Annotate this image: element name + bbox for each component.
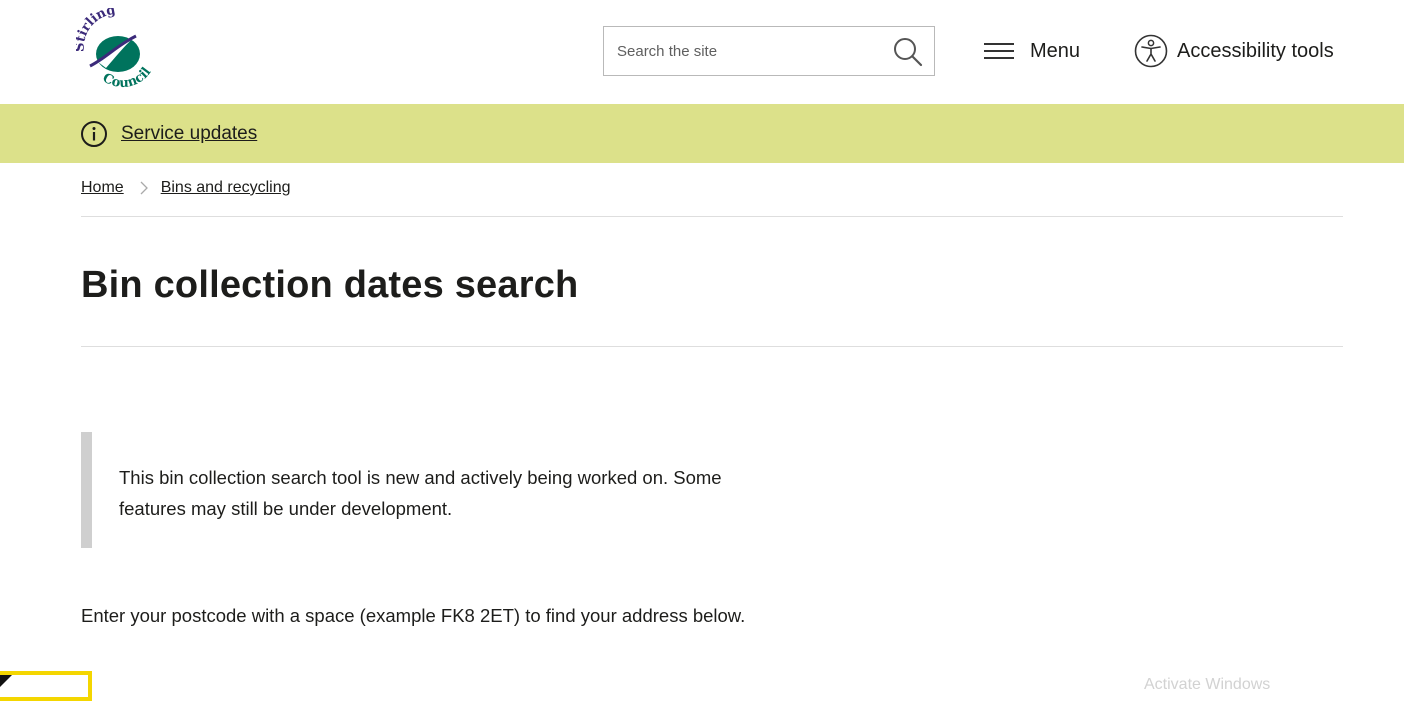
breadcrumb-divider (81, 216, 1343, 217)
breadcrumb-bins-link[interactable]: Bins and recycling (161, 179, 291, 197)
accessibility-tools-button[interactable]: Accessibility tools (1134, 33, 1334, 69)
logo-graphic: Stirling Council (73, 3, 155, 91)
notice-text: This bin collection search tool is new a… (119, 467, 722, 519)
corner-triangle (0, 675, 12, 689)
stirling-council-logo[interactable]: Stirling Council (73, 3, 158, 91)
service-updates-link[interactable]: Service updates (121, 123, 257, 145)
search-button[interactable] (892, 36, 924, 68)
title-divider (81, 346, 1343, 347)
search-input[interactable] (604, 27, 884, 75)
chevron-right-icon (140, 181, 148, 195)
postcode-instructions: Enter your postcode with a space (exampl… (81, 605, 746, 626)
hamburger-menu-icon (984, 43, 1014, 59)
menu-label: Menu (1030, 39, 1081, 62)
search-icon (894, 38, 923, 67)
activate-windows-watermark: Activate Windows (1144, 676, 1271, 693)
breadcrumb-home-link[interactable]: Home (81, 179, 124, 197)
accessibility-tools-label: Accessibility tools (1177, 39, 1334, 62)
info-circle-icon (81, 121, 107, 147)
site-header: Stirling Council Menu (0, 0, 1404, 104)
menu-button[interactable]: Menu (984, 34, 1080, 68)
notice-box: This bin collection search tool is new a… (81, 432, 781, 548)
focused-element-partial[interactable] (0, 671, 92, 701)
page-title: Bin collection dates search (81, 264, 579, 306)
search-box (603, 26, 935, 76)
service-updates-banner: Service updates (0, 104, 1404, 163)
breadcrumb: Home Bins and recycling (81, 179, 291, 197)
accessibility-person-icon (1134, 34, 1168, 68)
